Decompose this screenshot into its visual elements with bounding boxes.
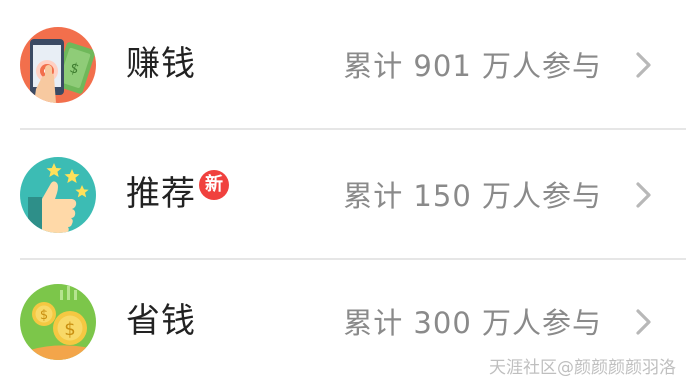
- svg-text:$: $: [64, 319, 75, 340]
- thumbs-up-stars-icon: [20, 157, 96, 233]
- item-label: 推荐: [126, 174, 196, 214]
- item-label: 省钱: [126, 301, 196, 341]
- item-label: 赚钱: [126, 44, 196, 84]
- chevron-right-icon: [632, 307, 656, 337]
- chevron-right-icon: [632, 180, 656, 210]
- feature-list: $ 赚钱 累计 901 万人参与 推荐 新 累计 150 万人参与 $ $ 省钱…: [0, 0, 686, 387]
- svg-text:$: $: [40, 308, 48, 323]
- list-item-earn-money[interactable]: $ 赚钱 累计 901 万人参与: [0, 0, 686, 130]
- new-badge: 新: [199, 170, 229, 200]
- participant-count: 累计 150 万人参与: [343, 179, 602, 213]
- coins-dollar-icon: $ $: [20, 284, 96, 360]
- chevron-right-icon: [632, 50, 656, 80]
- watermark: 天涯社区@颜颜颜颜羽洛: [489, 358, 676, 378]
- tap-phone-money-icon: $: [20, 27, 96, 103]
- participant-count: 累计 901 万人参与: [343, 49, 602, 83]
- participant-count: 累计 300 万人参与: [343, 306, 602, 340]
- list-item-recommend[interactable]: 推荐 新 累计 150 万人参与: [0, 130, 686, 260]
